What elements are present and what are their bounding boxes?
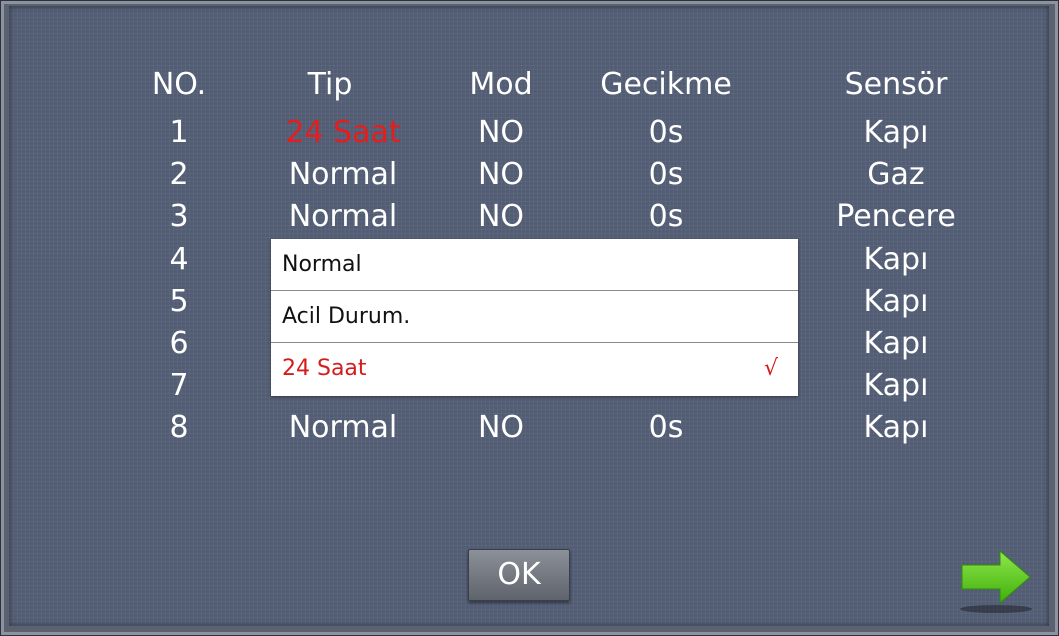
right-arrow-icon[interactable] xyxy=(958,545,1034,615)
row-2-no: 2 xyxy=(169,157,189,192)
row-7-no: 7 xyxy=(169,368,189,403)
row-3-gecikme[interactable]: 0s xyxy=(613,200,719,234)
type-dropdown: Normal Acil Durum. 24 Saat √ xyxy=(271,239,798,396)
row-8-mod[interactable]: NO xyxy=(455,411,547,445)
row-1-gecikme[interactable]: 0s xyxy=(613,116,719,150)
row-8-gecikme[interactable]: 0s xyxy=(613,411,719,445)
row-2-tip[interactable]: Normal xyxy=(269,158,417,192)
header-gecikme: Gecikme xyxy=(600,67,732,102)
header-tip: Tip xyxy=(307,67,353,102)
row-1-tip[interactable]: 24 Saat xyxy=(269,116,417,150)
row-3-sensor[interactable]: Pencere xyxy=(815,200,977,234)
row-2-sensor[interactable]: Gaz xyxy=(815,158,977,192)
row-2-gecikme[interactable]: 0s xyxy=(613,158,719,192)
dropdown-option-label: 24 Saat xyxy=(282,356,367,381)
header-no: NO. xyxy=(151,67,207,102)
row-5-no: 5 xyxy=(169,284,189,319)
dropdown-option-24-saat[interactable]: 24 Saat √ xyxy=(271,343,798,396)
row-8-sensor[interactable]: Kapı xyxy=(815,411,977,445)
row-4-no: 4 xyxy=(169,242,189,277)
dropdown-option-normal[interactable]: Normal xyxy=(271,239,798,291)
row-5-sensor[interactable]: Kapı xyxy=(815,285,977,319)
row-3-no: 3 xyxy=(169,199,189,234)
row-6-sensor[interactable]: Kapı xyxy=(815,327,977,361)
row-6-no: 6 xyxy=(169,326,189,361)
row-4-sensor[interactable]: Kapı xyxy=(815,243,977,277)
header-sensor: Sensör xyxy=(844,67,948,102)
row-3-tip[interactable]: Normal xyxy=(269,200,417,234)
row-8-tip[interactable]: Normal xyxy=(269,411,417,445)
dropdown-option-label: Acil Durum. xyxy=(282,304,411,329)
checkmark-icon: √ xyxy=(763,356,778,381)
row-8-no: 8 xyxy=(169,410,189,445)
row-1-mod[interactable]: NO xyxy=(455,116,547,150)
ok-button[interactable]: OK xyxy=(468,549,570,601)
header-mod: Mod xyxy=(469,67,533,102)
row-1-no: 1 xyxy=(169,115,189,150)
row-7-sensor[interactable]: Kapı xyxy=(815,369,977,403)
dropdown-option-acil-durum[interactable]: Acil Durum. xyxy=(271,291,798,343)
row-3-mod[interactable]: NO xyxy=(455,200,547,234)
row-1-sensor[interactable]: Kapı xyxy=(815,116,977,150)
dropdown-option-label: Normal xyxy=(282,252,362,277)
row-2-mod[interactable]: NO xyxy=(455,158,547,192)
